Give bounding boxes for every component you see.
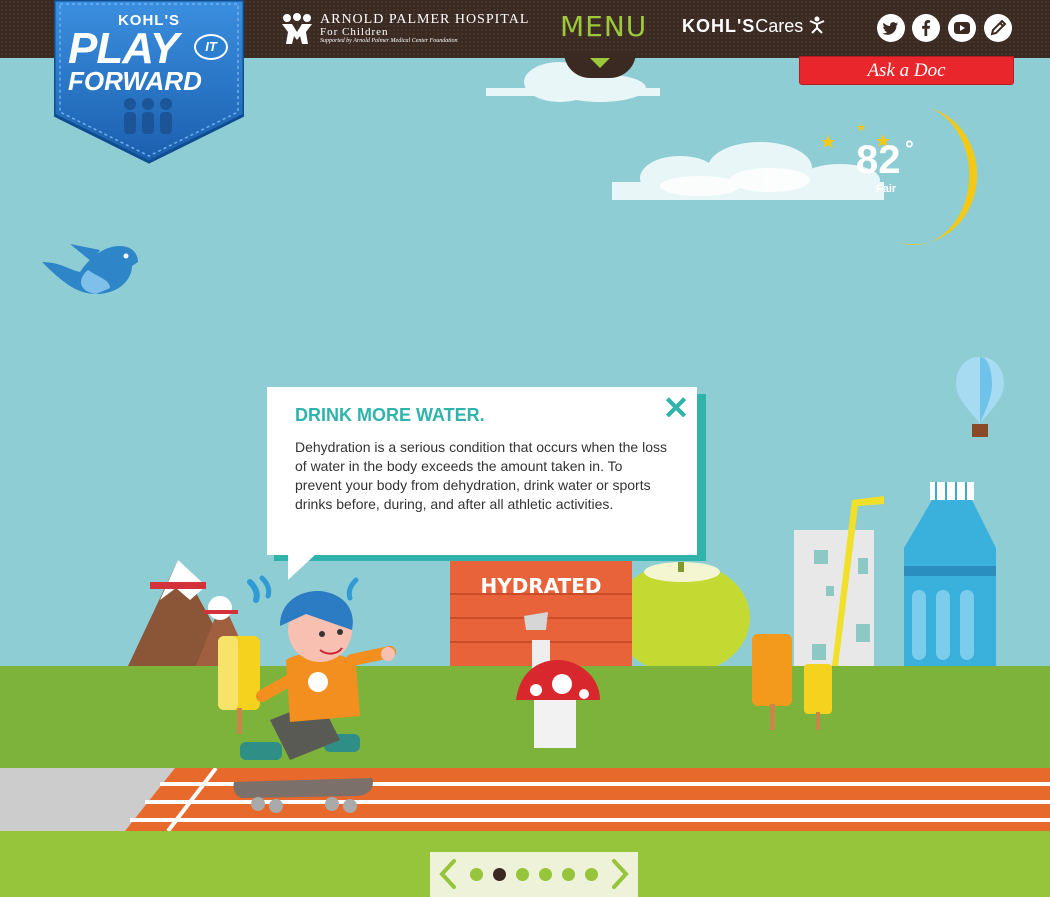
billboard-text: HYDRATED (480, 574, 602, 598)
pager-dot[interactable] (470, 868, 483, 881)
play-it-forward-logo[interactable]: KOHL'S PLAY IT FORWARD (54, 0, 244, 165)
pager-dot[interactable] (585, 868, 598, 881)
billboard-planks (450, 593, 632, 643)
popup-body: Dehydration is a serious condition that … (295, 439, 667, 512)
arnold-palmer-hospital-logo[interactable]: ARNOLD PALMER HOSPITAL For Children Supp… (280, 12, 528, 48)
cloud-right (612, 142, 884, 200)
kohls-cares-word: Cares (755, 16, 804, 36)
facebook-link[interactable] (912, 14, 940, 42)
ask-a-doc-button[interactable]: Ask a Doc (799, 56, 1014, 85)
pager-next-chevron-right-icon[interactable] (608, 858, 632, 890)
menu-dropdown-tab[interactable] (564, 52, 636, 78)
running-track (0, 766, 1050, 833)
logo-forward-text: FORWARD (68, 66, 202, 96)
pager-dot[interactable] (516, 868, 529, 881)
popup-speech-tail (288, 554, 316, 580)
menu-button[interactable]: MENU (560, 10, 646, 50)
water-bottle (904, 482, 996, 666)
hot-air-balloon (956, 357, 1004, 437)
tip-popup: DRINK MORE WATER. Dehydration is a serio… (267, 387, 697, 555)
kohls-cares-figure-icon (809, 16, 825, 34)
hospital-people-icon (282, 13, 312, 44)
pager-prev-chevron-left-icon[interactable] (436, 858, 460, 890)
twitter-icon (882, 22, 899, 35)
weather-degree-symbol: ° (905, 136, 914, 161)
popup-title: DRINK MORE WATER. (295, 405, 485, 425)
green-apple (614, 562, 750, 666)
kohls-cares-logo[interactable]: KOHL'SCares (682, 16, 825, 37)
twitter-link[interactable] (877, 14, 905, 42)
cloud-right-inner (660, 168, 810, 196)
close-icon[interactable]: ✕ (661, 392, 691, 424)
pager-dot[interactable] (539, 868, 552, 881)
hospital-supported-by: Supported by Arnold Palmer Medical Cente… (320, 38, 458, 44)
grass-field (0, 666, 1050, 768)
youtube-icon (954, 22, 970, 34)
moon-shape (898, 108, 978, 246)
pager-dot[interactable] (493, 868, 506, 881)
youtube-link[interactable] (948, 14, 976, 42)
logo-it-text: IT (194, 34, 228, 60)
weather-condition: Fair (876, 183, 897, 195)
twitter-bird-decoration (42, 244, 138, 294)
scene-pager (430, 852, 638, 897)
mountains (128, 560, 252, 666)
blog-link[interactable] (984, 14, 1012, 42)
kohls-cares-brand: KOHL'S (682, 16, 756, 36)
hospital-subtitle: For Children (320, 26, 389, 38)
building (794, 496, 884, 666)
pencil-icon (990, 19, 1007, 36)
menu-chevron-down-icon (590, 58, 610, 68)
stay-hydrated-billboard: HYDRATED (450, 556, 632, 666)
track-lines (0, 766, 1050, 833)
facebook-icon (922, 20, 931, 36)
pager-dot[interactable] (562, 868, 575, 881)
weather-temperature: 82 (856, 138, 901, 182)
